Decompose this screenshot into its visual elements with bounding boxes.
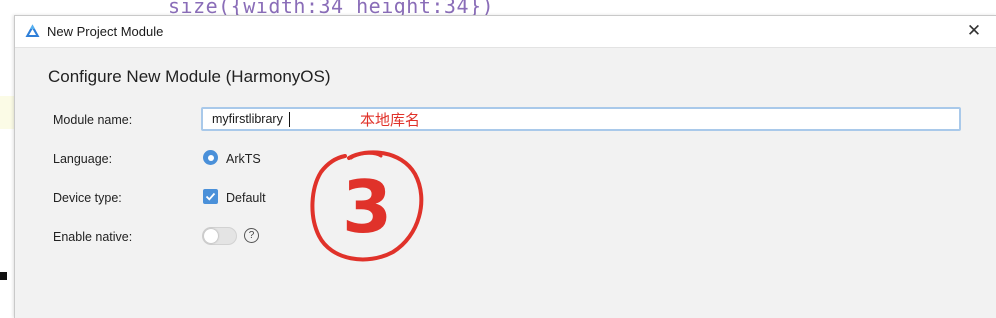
help-circle-icon[interactable]: ?	[244, 228, 259, 243]
enable-native-toggle[interactable]	[202, 227, 237, 245]
device-type-option-label: Default	[226, 191, 266, 205]
page-title: Configure New Module (HarmonyOS)	[48, 67, 331, 86]
dialog-title: New Project Module	[47, 24, 164, 39]
module-name-value: myfirstlibrary	[212, 112, 283, 126]
language-option-label: ArkTS	[226, 152, 261, 166]
module-name-input[interactable]: myfirstlibrary	[201, 107, 961, 131]
device-type-checkbox[interactable]	[203, 189, 218, 204]
toggle-knob	[204, 229, 218, 243]
check-icon	[205, 192, 216, 201]
language-label: Language:	[53, 152, 113, 166]
enable-native-label: Enable native:	[53, 230, 133, 244]
step-marker-annotation: 3	[310, 150, 424, 262]
current-line-highlight	[0, 96, 14, 129]
device-type-label: Device type:	[53, 191, 122, 205]
close-icon[interactable]: ✕	[965, 22, 983, 40]
text-caret	[289, 112, 290, 127]
deveco-triangle-icon	[25, 24, 40, 38]
step-marker-digit: 3	[342, 165, 392, 249]
module-name-label: Module name:	[53, 113, 133, 127]
new-project-module-dialog: New Project Module ✕ Configure New Modul…	[14, 15, 996, 318]
language-radio-arkts[interactable]	[203, 150, 218, 165]
editor-caret	[0, 272, 7, 280]
annotation-note: 本地库名	[360, 111, 421, 129]
dialog-titlebar: New Project Module ✕	[15, 16, 996, 48]
